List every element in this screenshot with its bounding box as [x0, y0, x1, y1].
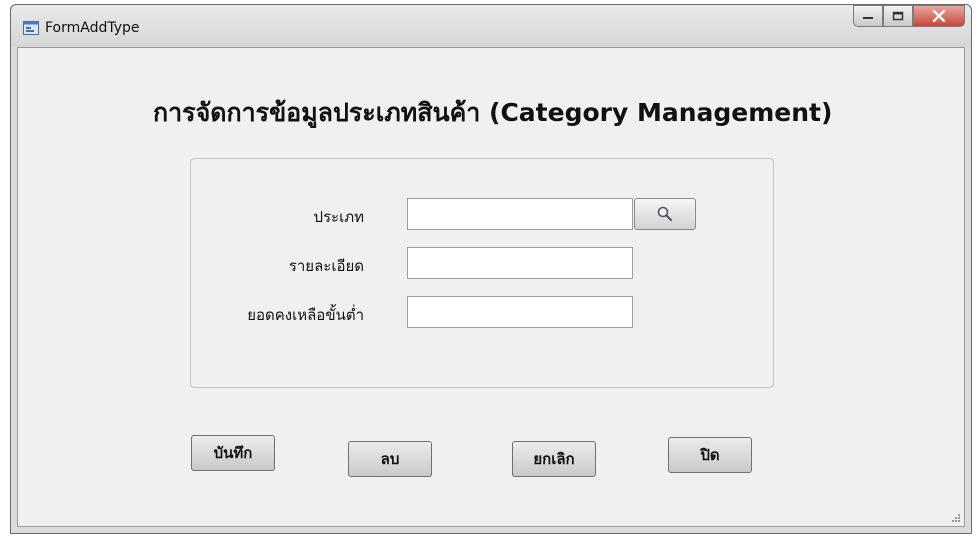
maximize-icon — [892, 11, 904, 21]
category-label: ประเภท — [313, 208, 364, 226]
save-button[interactable]: บันทึก — [191, 435, 275, 471]
min-stock-input[interactable] — [407, 296, 633, 328]
form-window: FormAddType การจัดการข้อมูลประเภทสินค้า … — [10, 4, 972, 534]
minimize-icon — [863, 17, 873, 19]
close-icon — [932, 10, 946, 22]
detail-label: รายละเอียด — [288, 257, 364, 275]
minimize-button[interactable] — [853, 5, 883, 27]
search-button[interactable] — [634, 198, 696, 230]
close-button[interactable]: ปิด — [668, 437, 752, 473]
close-window-button[interactable] — [913, 5, 965, 27]
resize-grip-icon[interactable] — [951, 513, 961, 523]
window-title: FormAddType — [45, 20, 140, 36]
form-client-area: การจัดการข้อมูลประเภทสินค้า (Category Ma… — [17, 47, 965, 527]
form-icon — [23, 21, 39, 35]
title-bar[interactable]: FormAddType — [11, 5, 971, 47]
window-controls — [853, 5, 965, 27]
cancel-button[interactable]: ยกเลิก — [512, 441, 596, 477]
detail-input[interactable] — [407, 247, 633, 279]
maximize-button[interactable] — [883, 5, 913, 27]
category-input[interactable] — [407, 198, 633, 230]
search-icon — [657, 206, 673, 222]
min-stock-label: ยอดคงเหลือขั้นต่ำ — [247, 306, 364, 324]
delete-button[interactable]: ลบ — [348, 441, 432, 477]
page-title: การจัดการข้อมูลประเภทสินค้า (Category Ma… — [153, 98, 833, 127]
